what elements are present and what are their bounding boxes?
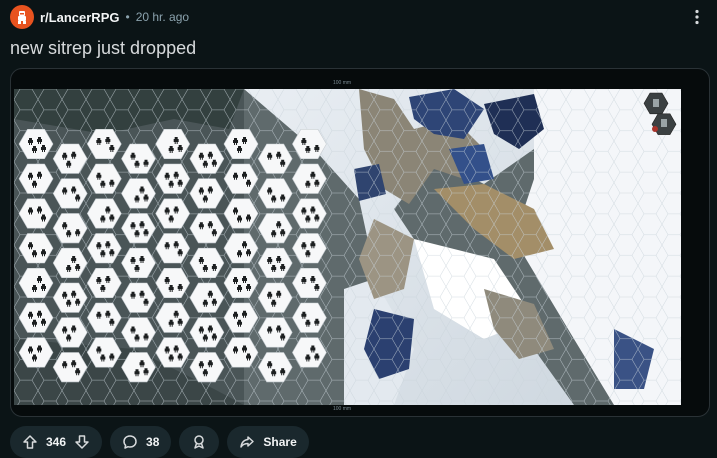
comment-count: 38 [146,435,160,449]
meta-separator: • [125,10,130,24]
vote-control: 346 [10,426,103,458]
post-header: r/LancerRPG • 20 hr. ago [10,4,189,30]
comment-icon [122,434,138,450]
award-icon [191,434,207,450]
scale-label-top: 100 mm [333,80,352,86]
subreddit-avatar-icon[interactable] [10,5,34,29]
comments-button[interactable]: 38 [110,426,172,458]
subreddit-name[interactable]: r/LancerRPG [40,10,119,25]
scale-label-bottom: 100 mm [333,406,352,412]
share-button[interactable]: Share [227,426,309,458]
vote-count: 346 [46,435,67,449]
deployment-zone [18,128,327,383]
share-label: Share [263,435,297,449]
downvote-icon[interactable] [74,434,90,450]
post-title[interactable]: new sitrep just dropped [10,38,196,59]
post-image[interactable]: 100 mm 100 mm [10,68,710,417]
post-timestamp: 20 hr. ago [135,10,190,24]
action-bar: 346 38 Share [10,426,309,458]
upvote-icon[interactable] [22,434,38,450]
battle-map [14,89,681,405]
more-options-icon[interactable] [687,7,707,27]
award-button[interactable] [179,426,220,458]
share-icon [239,434,255,450]
